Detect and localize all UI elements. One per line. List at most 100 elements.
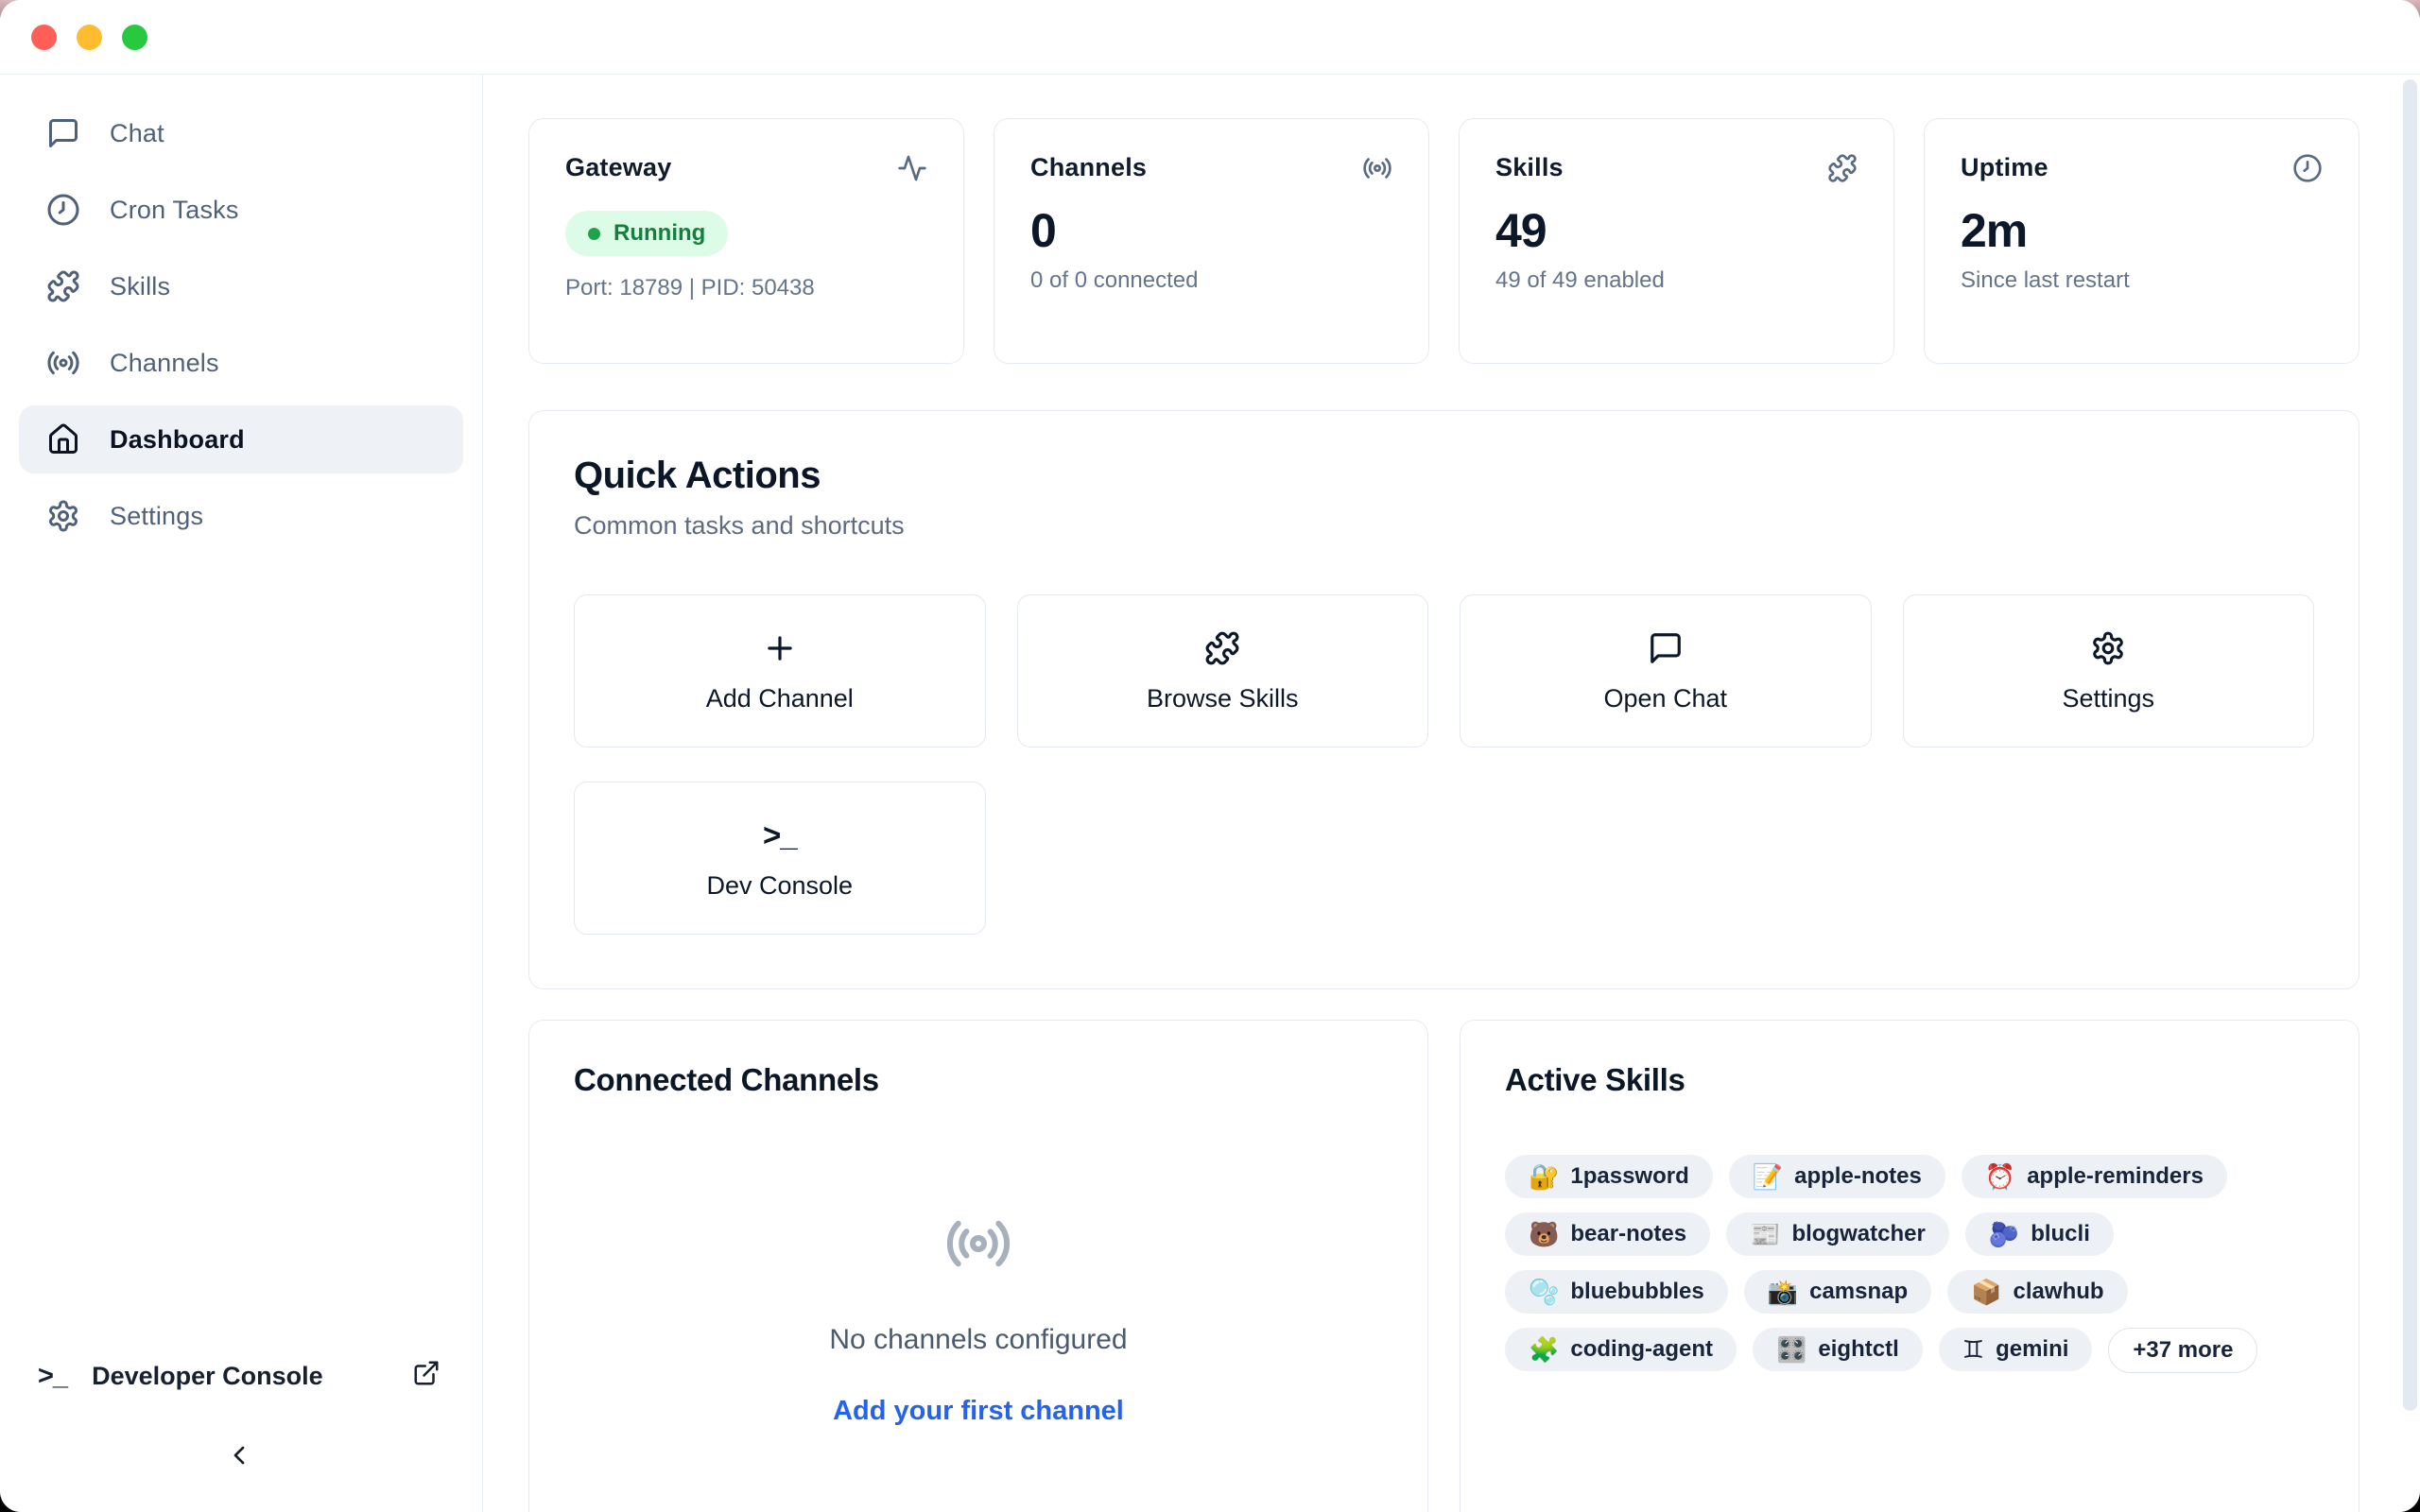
- skill-pill-blogwatcher[interactable]: 📰blogwatcher: [1726, 1212, 1949, 1256]
- open-chat-label: Open Chat: [1603, 684, 1727, 713]
- no-channels-text: No channels configured: [829, 1324, 1127, 1356]
- activity-icon: [897, 153, 927, 188]
- quick-actions-grid: Add Channel Browse Skills Open Chat: [574, 594, 2314, 935]
- puzzle-icon: [1204, 629, 1240, 667]
- channels-stat-card: Channels 0 0 of 0 connected: [994, 118, 1429, 364]
- puzzle-icon: [45, 268, 81, 304]
- close-window-button[interactable]: [31, 25, 57, 50]
- connected-channels-title: Connected Channels: [574, 1062, 1383, 1098]
- connected-channels-card: Connected Channels No channels configure…: [528, 1020, 1428, 1512]
- gateway-card-title: Gateway: [565, 153, 671, 182]
- gateway-status-badge: Running: [565, 211, 728, 256]
- browse-skills-button[interactable]: Browse Skills: [1017, 594, 1429, 747]
- bear-emoji: 🐻: [1529, 1222, 1559, 1246]
- home-icon: [45, 421, 81, 457]
- uptime-stat-card: Uptime 2m Since last restart: [1924, 118, 2360, 364]
- quick-actions-title: Quick Actions: [574, 453, 2314, 498]
- gear-icon: [2090, 629, 2126, 667]
- gear-icon: [45, 498, 81, 534]
- skills-pill-list: 🔐1password 📝apple-notes ⏰apple-reminders…: [1505, 1155, 2314, 1373]
- skills-subtext: 49 of 49 enabled: [1495, 267, 1858, 294]
- gemini-emoji: ♊: [1962, 1337, 1984, 1362]
- sidebar-item-settings[interactable]: Settings: [19, 482, 463, 550]
- add-channel-label: Add Channel: [706, 684, 854, 713]
- uptime-subtext: Since last restart: [1961, 267, 2323, 294]
- sidebar-item-skills[interactable]: Skills: [19, 252, 463, 320]
- alarm-emoji: ⏰: [1985, 1164, 2015, 1189]
- sidebar-item-channels[interactable]: Channels: [19, 329, 463, 397]
- developer-console-label: Developer Console: [92, 1362, 323, 1391]
- lock-emoji: 🔐: [1529, 1164, 1559, 1189]
- uptime-value: 2m: [1961, 203, 2323, 258]
- sidebar: Chat Cron Tasks Skills: [0, 75, 483, 1512]
- collapse-sidebar-button[interactable]: [224, 1440, 254, 1470]
- channels-count: 0: [1030, 203, 1392, 258]
- add-channel-button[interactable]: Add Channel: [574, 594, 986, 747]
- add-first-channel-link[interactable]: Add your first channel: [833, 1396, 1124, 1427]
- active-skills-title: Active Skills: [1505, 1062, 2314, 1098]
- skills-stat-card: Skills 49 49 of 49 enabled: [1459, 118, 1894, 364]
- app-window: Chat Cron Tasks Skills: [0, 0, 2420, 1512]
- puzzle-emoji: 🧩: [1529, 1337, 1559, 1362]
- open-chat-button[interactable]: Open Chat: [1460, 594, 1872, 747]
- skills-card-title: Skills: [1495, 153, 1564, 182]
- bubbles-emoji: 🫧: [1529, 1280, 1559, 1304]
- uptime-card-title: Uptime: [1961, 153, 2048, 182]
- gateway-status-label: Running: [614, 220, 705, 247]
- skill-pill-1password[interactable]: 🔐1password: [1505, 1155, 1713, 1198]
- skill-pill-apple-reminders[interactable]: ⏰apple-reminders: [1962, 1155, 2227, 1198]
- knobs-emoji: 🎛️: [1776, 1337, 1806, 1362]
- skill-pill-eightctl[interactable]: 🎛️eightctl: [1753, 1328, 1923, 1371]
- traffic-lights: [31, 25, 147, 50]
- stats-row: Gateway Running Port: 18789 | PID: 50438…: [528, 118, 2360, 364]
- clock-icon: [2292, 153, 2323, 188]
- sidebar-item-label: Skills: [110, 272, 170, 301]
- skill-pill-bluebubbles[interactable]: 🫧bluebubbles: [1505, 1270, 1728, 1314]
- plus-icon: [762, 629, 798, 667]
- radio-icon: [45, 345, 81, 381]
- radio-icon: [944, 1210, 1012, 1282]
- dev-console-button[interactable]: >_ Dev Console: [574, 782, 986, 935]
- minimize-window-button[interactable]: [77, 25, 102, 50]
- zoom-window-button[interactable]: [122, 25, 147, 50]
- quick-actions-card: Quick Actions Common tasks and shortcuts…: [528, 410, 2360, 989]
- browse-skills-label: Browse Skills: [1147, 684, 1299, 713]
- sidebar-item-chat[interactable]: Chat: [19, 99, 463, 167]
- skill-pill-apple-notes[interactable]: 📝apple-notes: [1729, 1155, 1945, 1198]
- developer-console-link[interactable]: >_ Developer Console: [38, 1346, 441, 1406]
- terminal-icon: >_: [38, 1361, 67, 1392]
- sidebar-item-dashboard[interactable]: Dashboard: [19, 405, 463, 473]
- bottom-row: Connected Channels No channels configure…: [528, 1020, 2360, 1512]
- skill-pill-clawhub[interactable]: 📦clawhub: [1947, 1270, 2127, 1314]
- scrollbar-thumb[interactable]: [2403, 79, 2417, 1411]
- status-dot: [588, 228, 600, 240]
- skill-pill-bear-notes[interactable]: 🐻bear-notes: [1505, 1212, 1710, 1256]
- channels-card-title: Channels: [1030, 153, 1147, 182]
- radio-icon: [1362, 153, 1392, 188]
- skill-pill-camsnap[interactable]: 📸camsnap: [1744, 1270, 1931, 1314]
- package-emoji: 📦: [1971, 1280, 2001, 1304]
- quick-actions-subtitle: Common tasks and shortcuts: [574, 511, 2314, 541]
- channels-subtext: 0 of 0 connected: [1030, 267, 1392, 294]
- gateway-port-pid: Port: 18789 | PID: 50438: [565, 275, 927, 301]
- skill-pill-coding-agent[interactable]: 🧩coding-agent: [1505, 1328, 1737, 1371]
- skill-pill-blucli[interactable]: 🫐blucli: [1965, 1212, 2114, 1256]
- chevron-left-icon: [224, 1440, 254, 1470]
- sidebar-item-label: Chat: [110, 119, 164, 148]
- chat-icon: [1648, 629, 1684, 667]
- blueberries-emoji: 🫐: [1989, 1222, 2019, 1246]
- sidebar-item-label: Channels: [110, 349, 219, 378]
- active-skills-card: Active Skills 🔐1password 📝apple-notes ⏰a…: [1460, 1020, 2360, 1512]
- sidebar-nav: Chat Cron Tasks Skills: [0, 75, 482, 550]
- titlebar: [0, 0, 2420, 75]
- dashboard-main: Gateway Running Port: 18789 | PID: 50438…: [483, 75, 2420, 1512]
- sidebar-footer: >_ Developer Console: [0, 1346, 482, 1512]
- terminal-icon: >_: [763, 816, 797, 854]
- more-skills-pill[interactable]: +37 more: [2108, 1328, 2257, 1373]
- clock-icon: [45, 192, 81, 228]
- skill-pill-gemini[interactable]: ♊gemini: [1939, 1328, 2093, 1371]
- sidebar-item-cron-tasks[interactable]: Cron Tasks: [19, 176, 463, 244]
- settings-button[interactable]: Settings: [1903, 594, 2315, 747]
- external-link-icon: [412, 1359, 441, 1394]
- sidebar-item-label: Settings: [110, 502, 203, 531]
